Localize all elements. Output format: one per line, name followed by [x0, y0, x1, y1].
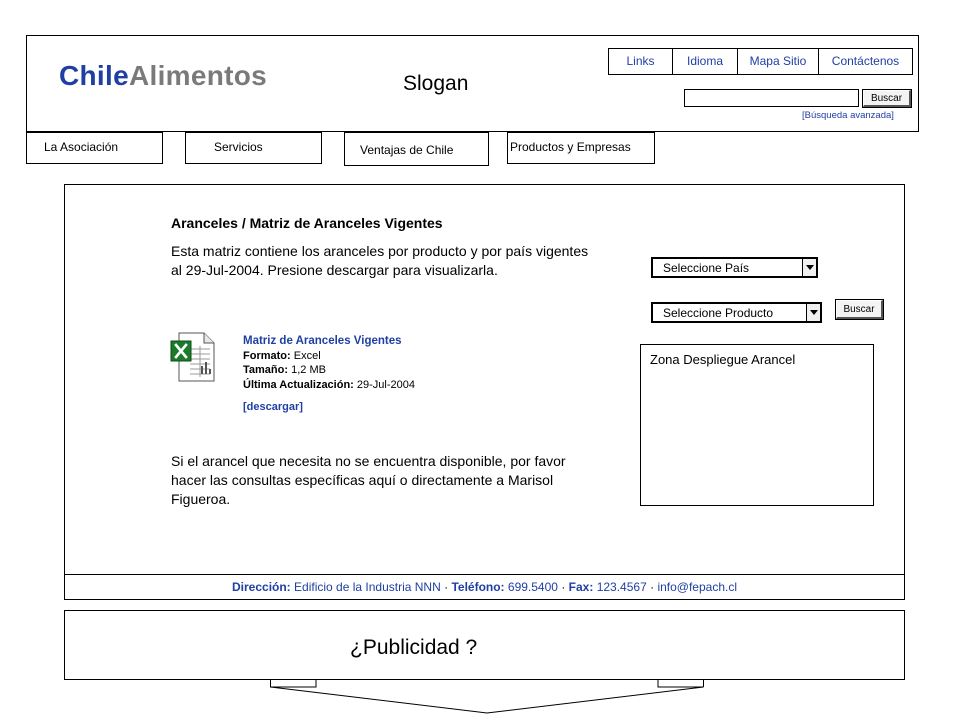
footer-address-label: Dirección:	[232, 580, 291, 594]
chevron-down-icon[interactable]	[802, 259, 816, 276]
file-updated-row: Última Actualización: 29-Jul-2004	[243, 378, 415, 393]
site-logo[interactable]: ChileAlimentos	[59, 60, 267, 92]
tab-la-asociacion[interactable]: La Asociación	[26, 132, 163, 164]
excel-file-icon[interactable]	[170, 332, 216, 382]
country-select[interactable]: Seleccione País	[652, 258, 817, 277]
file-info: Matriz de Aranceles Vigentes Formato: Ex…	[243, 334, 415, 392]
file-format-label: Formato:	[243, 349, 291, 362]
file-size-label: Tamaño:	[243, 364, 289, 376]
file-size-value: 1,2 MB	[291, 364, 326, 376]
footer-fax-label: Fax:	[568, 580, 594, 594]
top-links: Links Idioma Mapa Sitio Contáctenos	[608, 48, 913, 75]
file-updated-value: 29-Jul-2004	[356, 378, 415, 391]
footer-email-link[interactable]: info@fepach.cl	[657, 580, 737, 594]
logo-part-1: Chile	[59, 60, 129, 91]
tab-productos-y-empresas[interactable]: Productos y Empresas	[507, 132, 655, 164]
footer-contact: Dirección: Edificio de la Industria NNN …	[232, 580, 737, 594]
tab-ventajas-de-chile[interactable]: Ventajas de Chile	[344, 132, 489, 166]
advanced-search-link[interactable]: [Búsqueda avanzada]	[802, 110, 894, 121]
slogan: Slogan	[403, 72, 469, 95]
link-links[interactable]: Links	[609, 49, 672, 74]
page-title: Aranceles / Matriz de Aranceles Vigentes	[171, 215, 443, 231]
link-idioma[interactable]: Idioma	[672, 49, 737, 74]
search-input[interactable]	[684, 89, 859, 107]
footer-address-value: Edificio de la Industria NNN	[294, 580, 441, 594]
chevron-down-icon[interactable]	[806, 304, 820, 321]
intro-text: Esta matriz contiene los aranceles por p…	[171, 243, 589, 278]
arancel-display-label: Zona Despliegue Arancel	[650, 352, 796, 367]
product-select-value: Seleccione Producto	[663, 306, 774, 320]
product-select[interactable]: Seleccione Producto	[652, 303, 821, 322]
link-mapa-sitio[interactable]: Mapa Sitio	[737, 49, 818, 74]
logo-part-2: Alimentos	[128, 60, 268, 91]
footer-phone-value: 699.5400	[507, 580, 558, 594]
download-link[interactable]: [descargar]	[243, 401, 303, 413]
tab-servicios[interactable]: Servicios	[185, 132, 322, 164]
arancel-display-zone	[640, 344, 874, 506]
file-name[interactable]: Matriz de Aranceles Vigentes	[243, 334, 415, 349]
arrow-down-icon	[270, 679, 704, 715]
link-contactenos[interactable]: Contáctenos	[818, 49, 912, 74]
ad-banner	[64, 610, 905, 680]
filter-search-button[interactable]: Buscar	[836, 300, 883, 319]
file-format-value: Excel	[293, 349, 321, 362]
footer-fax-value: 123.4567	[596, 580, 647, 594]
ad-banner-label: ¿Publicidad ?	[350, 636, 478, 659]
note-text: Si el arancel que necesita no se encuent…	[171, 453, 566, 507]
search-button[interactable]: Buscar	[863, 90, 911, 107]
file-format-row: Formato: Excel	[243, 349, 415, 364]
file-size-row: Tamaño: 1,2 MB	[243, 363, 415, 378]
file-updated-label: Última Actualización:	[243, 378, 354, 391]
footer-phone-label: Teléfono:	[451, 580, 505, 594]
country-select-value: Seleccione País	[663, 261, 750, 275]
